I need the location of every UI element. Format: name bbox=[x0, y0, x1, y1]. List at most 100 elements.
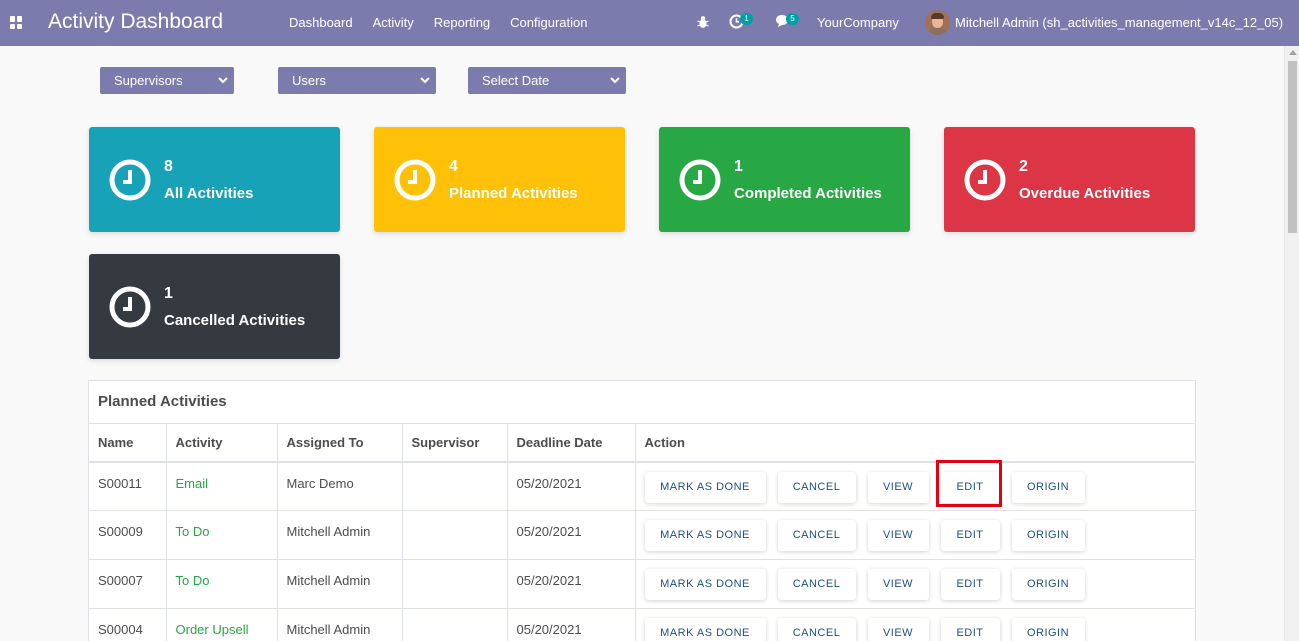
chevron-down-icon bbox=[420, 77, 430, 84]
view-button[interactable]: VIEW bbox=[867, 569, 929, 600]
planned-activities-panel: Planned Activities Name Activity Assigne… bbox=[88, 380, 1196, 641]
tile-label: Overdue Activities bbox=[1019, 185, 1151, 202]
clock-icon bbox=[394, 159, 436, 201]
main-menu: Dashboard Activity Reporting Configurati… bbox=[289, 15, 607, 30]
cell-deadline: 05/20/2021 bbox=[507, 559, 636, 609]
table-row: S00004 Order Upsell Mitchell Admin 05/20… bbox=[89, 608, 1196, 641]
scroll-up-arrow-icon[interactable] bbox=[1289, 50, 1297, 55]
supervisors-select[interactable]: Supervisors bbox=[100, 67, 234, 94]
panel-title: Planned Activities bbox=[98, 393, 227, 410]
mark-as-done-button[interactable]: MARK AS DONE bbox=[644, 520, 766, 551]
message-count-badge: 5 bbox=[786, 13, 799, 25]
cell-actions: MARK AS DONE CANCEL VIEW EDIT ORIGIN bbox=[635, 510, 1196, 560]
date-select[interactable]: Select Date bbox=[468, 67, 626, 94]
cell-actions: MARK AS DONE CANCEL VIEW EDIT ORIGIN bbox=[635, 461, 1196, 511]
cell-assigned-to: Marc Demo bbox=[277, 461, 403, 511]
tile-cancelled-activities[interactable]: 1 Cancelled Activities bbox=[89, 254, 340, 359]
cell-activity[interactable]: Order Upsell bbox=[166, 608, 278, 641]
menu-item-dashboard[interactable]: Dashboard bbox=[289, 15, 353, 30]
cell-name: S00007 bbox=[89, 559, 167, 609]
tile-label: Planned Activities bbox=[449, 185, 578, 202]
chevron-down-icon bbox=[218, 77, 228, 84]
cell-activity[interactable]: Email bbox=[166, 461, 278, 511]
planned-activities-table: Name Activity Assigned To Supervisor Dea… bbox=[89, 423, 1196, 641]
tile-label: All Activities bbox=[164, 185, 254, 202]
table-header-row: Name Activity Assigned To Supervisor Dea… bbox=[89, 423, 1196, 463]
cell-deadline: 05/20/2021 bbox=[507, 461, 636, 511]
cell-assigned-to: Mitchell Admin bbox=[277, 559, 403, 609]
edit-button[interactable]: EDIT bbox=[940, 520, 1000, 551]
cell-actions: MARK AS DONE CANCEL VIEW EDIT ORIGIN bbox=[635, 608, 1196, 641]
cell-name: S00009 bbox=[89, 510, 167, 560]
cell-supervisor bbox=[402, 510, 508, 560]
view-button[interactable]: VIEW bbox=[867, 618, 929, 641]
scroll-thumb[interactable] bbox=[1288, 61, 1297, 233]
cell-activity[interactable]: To Do bbox=[166, 510, 278, 560]
users-select[interactable]: Users bbox=[278, 67, 436, 94]
clock-icon bbox=[109, 286, 151, 328]
cell-name: S00004 bbox=[89, 608, 167, 641]
tile-overdue-activities[interactable]: 2 Overdue Activities bbox=[944, 127, 1195, 232]
table-row: S00011 Email Marc Demo 05/20/2021 MARK A… bbox=[89, 461, 1196, 511]
header-deadline-date: Deadline Date bbox=[507, 423, 636, 463]
cell-name: S00011 bbox=[89, 461, 167, 511]
supervisors-select-label: Supervisors bbox=[114, 73, 183, 88]
edit-button[interactable]: EDIT bbox=[940, 569, 1000, 600]
edit-button[interactable]: EDIT bbox=[940, 471, 1000, 503]
cancel-button[interactable]: CANCEL bbox=[777, 471, 856, 503]
tile-planned-activities[interactable]: 4 Planned Activities bbox=[374, 127, 625, 232]
edit-button[interactable]: EDIT bbox=[940, 618, 1000, 641]
user-avatar[interactable] bbox=[925, 10, 950, 35]
cell-actions: MARK AS DONE CANCEL VIEW EDIT ORIGIN bbox=[635, 559, 1196, 609]
view-button[interactable]: VIEW bbox=[867, 471, 929, 503]
origin-button[interactable]: ORIGIN bbox=[1011, 471, 1085, 503]
cell-assigned-to: Mitchell Admin bbox=[277, 510, 403, 560]
activity-count-badge: 1 bbox=[740, 13, 753, 25]
apps-menu-icon[interactable] bbox=[10, 16, 23, 29]
cell-activity[interactable]: To Do bbox=[166, 559, 278, 609]
clock-icon bbox=[679, 159, 721, 201]
header-name: Name bbox=[89, 423, 167, 463]
menu-item-configuration[interactable]: Configuration bbox=[510, 15, 587, 30]
header-supervisor: Supervisor bbox=[402, 423, 508, 463]
tile-label: Cancelled Activities bbox=[164, 312, 306, 329]
tile-count: 2 bbox=[1019, 158, 1028, 175]
origin-button[interactable]: ORIGIN bbox=[1011, 618, 1085, 641]
mark-as-done-button[interactable]: MARK AS DONE bbox=[644, 569, 766, 600]
table-row: S00007 To Do Mitchell Admin 05/20/2021 M… bbox=[89, 559, 1196, 609]
cell-assigned-to: Mitchell Admin bbox=[277, 608, 403, 641]
bug-icon[interactable] bbox=[697, 15, 709, 29]
user-menu[interactable]: Mitchell Admin (sh_activities_management… bbox=[955, 15, 1283, 30]
page-scrollbar[interactable] bbox=[1284, 46, 1299, 641]
date-select-label: Select Date bbox=[482, 73, 550, 88]
clock-icon bbox=[109, 159, 151, 201]
header-assigned-to: Assigned To bbox=[277, 423, 403, 463]
tile-all-activities[interactable]: 8 All Activities bbox=[89, 127, 340, 232]
tile-label: Completed Activities bbox=[734, 185, 882, 202]
menu-item-reporting[interactable]: Reporting bbox=[434, 15, 490, 30]
tile-count: 8 bbox=[164, 158, 173, 175]
menu-item-activity[interactable]: Activity bbox=[373, 15, 414, 30]
clock-icon bbox=[964, 159, 1006, 201]
view-button[interactable]: VIEW bbox=[867, 520, 929, 551]
mark-as-done-button[interactable]: MARK AS DONE bbox=[644, 471, 766, 503]
cancel-button[interactable]: CANCEL bbox=[777, 569, 856, 600]
tile-count: 1 bbox=[164, 285, 173, 302]
origin-button[interactable]: ORIGIN bbox=[1011, 520, 1085, 551]
mark-as-done-button[interactable]: MARK AS DONE bbox=[644, 618, 766, 641]
cell-deadline: 05/20/2021 bbox=[507, 510, 636, 560]
cell-supervisor bbox=[402, 559, 508, 609]
header-action: Action bbox=[635, 423, 1196, 463]
cancel-button[interactable]: CANCEL bbox=[777, 520, 856, 551]
table-row: S00009 To Do Mitchell Admin 05/20/2021 M… bbox=[89, 510, 1196, 560]
tile-count: 4 bbox=[449, 158, 458, 175]
cancel-button[interactable]: CANCEL bbox=[777, 618, 856, 641]
cell-deadline: 05/20/2021 bbox=[507, 608, 636, 641]
app-title: Activity Dashboard bbox=[48, 10, 224, 33]
origin-button[interactable]: ORIGIN bbox=[1011, 569, 1085, 600]
top-navbar: Activity Dashboard Dashboard Activity Re… bbox=[0, 0, 1299, 46]
tile-count: 1 bbox=[734, 158, 743, 175]
header-activity: Activity bbox=[166, 423, 278, 463]
tile-completed-activities[interactable]: 1 Completed Activities bbox=[659, 127, 910, 232]
company-switcher[interactable]: YourCompany bbox=[817, 15, 899, 30]
